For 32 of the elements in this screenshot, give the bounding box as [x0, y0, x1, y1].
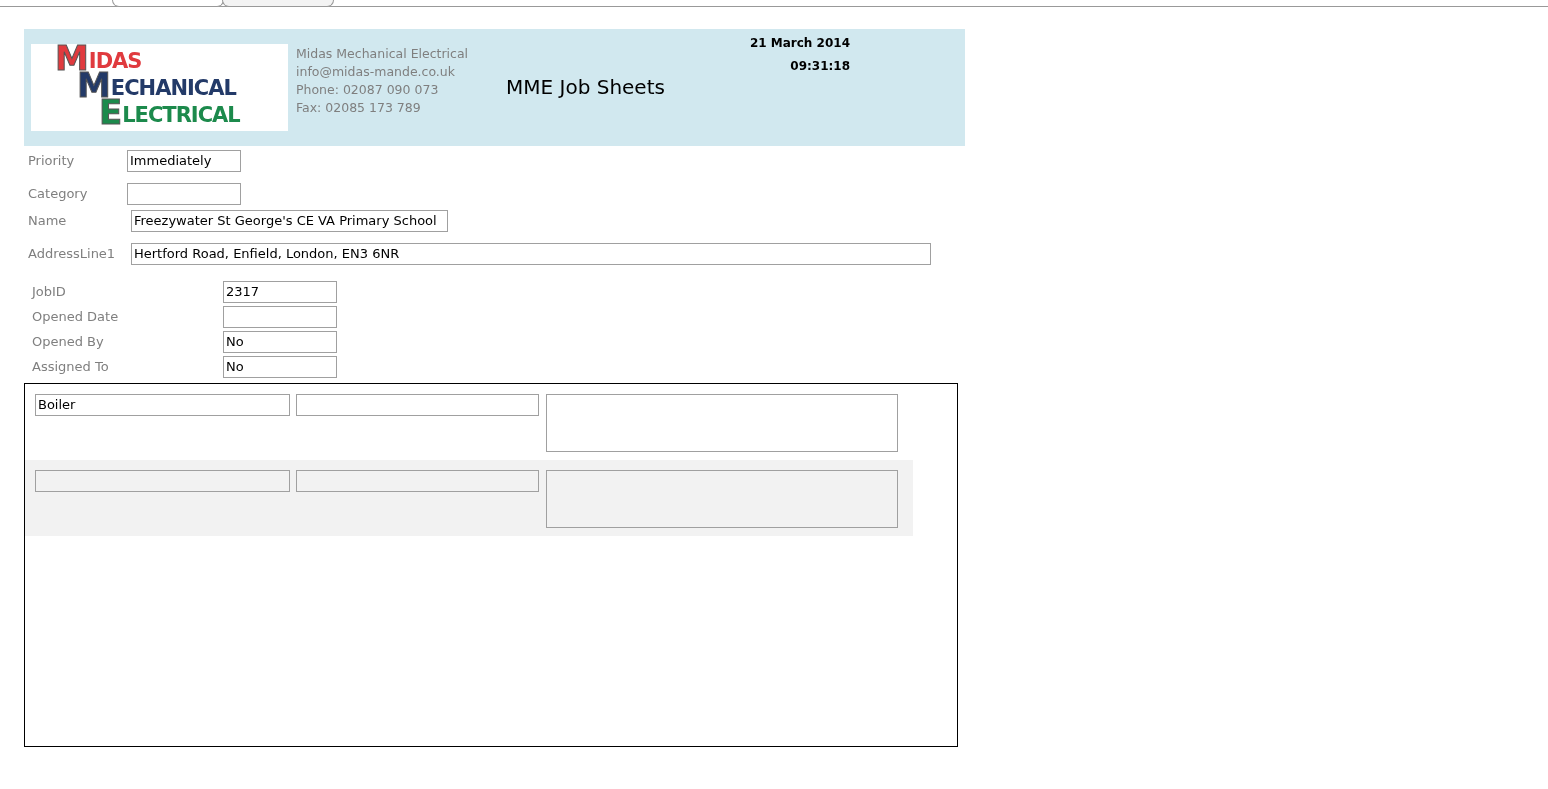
- input-field[interactable]: [296, 470, 539, 492]
- input-field[interactable]: Immediately: [127, 150, 241, 172]
- input-field[interactable]: No: [223, 331, 337, 353]
- time-text: 09:31:18: [790, 59, 850, 73]
- text-area[interactable]: [546, 394, 898, 452]
- contact-line: info@midas-mande.co.uk: [296, 63, 456, 81]
- input-field[interactable]: Freezywater St George's CE VA Primary School: [131, 210, 448, 232]
- field-label: Priority: [28, 152, 76, 168]
- input-field[interactable]: Boiler: [35, 394, 290, 416]
- field-label: Opened Date: [32, 308, 120, 324]
- tab[interactable]: [112, 0, 224, 7]
- field-label: Name: [28, 212, 68, 228]
- company-logo: MIDAS MECHANICAL ELECTRICAL: [31, 44, 288, 131]
- field-label: Assigned To: [32, 358, 110, 374]
- input-field[interactable]: [35, 470, 290, 492]
- field-label: JobID: [32, 283, 67, 299]
- date-text: 21 March 2014: [749, 36, 850, 50]
- input-field[interactable]: Hertford Road, Enfield, London, EN3 6NR: [131, 243, 931, 265]
- input-field[interactable]: [127, 183, 241, 205]
- input-field[interactable]: [223, 306, 337, 328]
- form-title: MME Job Sheets: [506, 75, 666, 99]
- text-area[interactable]: [546, 470, 898, 528]
- input-field[interactable]: 2317: [223, 281, 337, 303]
- field-label: AddressLine1: [28, 245, 117, 261]
- field-label: Category: [28, 185, 89, 201]
- tab[interactable]: [222, 0, 334, 7]
- contact-line: Phone: 02087 090 073: [296, 81, 440, 99]
- input-field[interactable]: [296, 394, 539, 416]
- field-label: Opened By: [32, 333, 105, 349]
- contact-line: Midas Mechanical Electrical: [296, 45, 470, 63]
- input-field[interactable]: No: [223, 356, 337, 378]
- contact-line: Fax: 02085 173 789: [296, 99, 422, 117]
